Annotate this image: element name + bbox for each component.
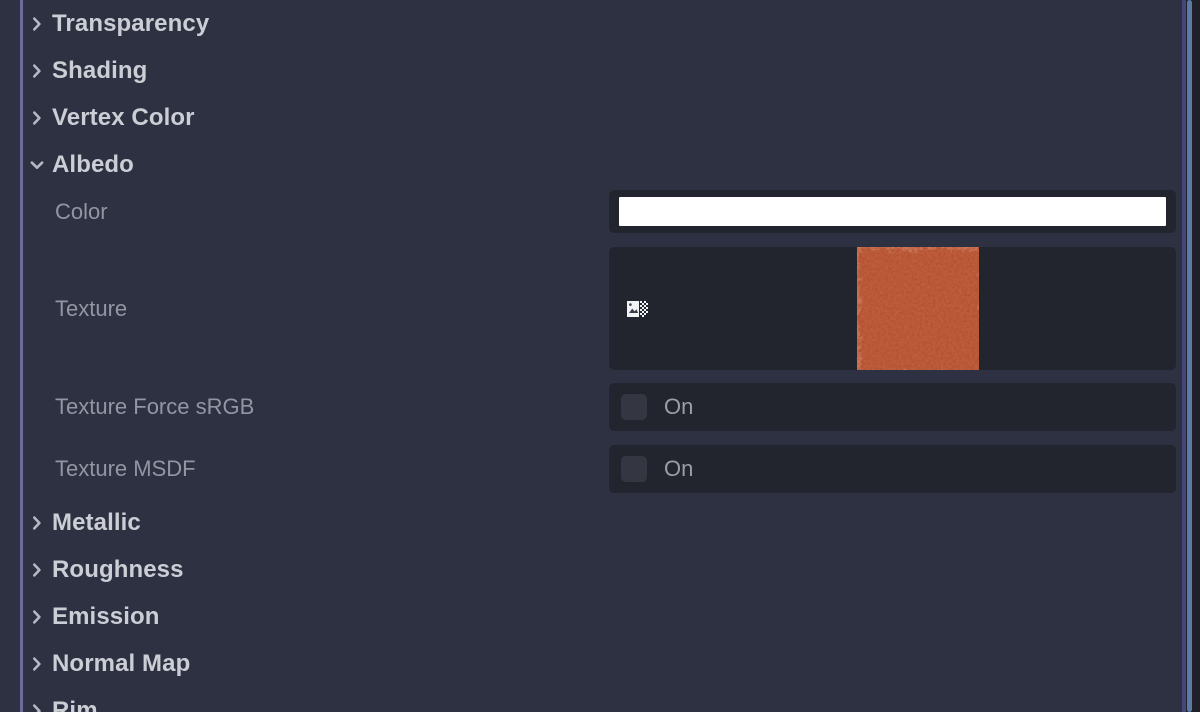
section-label: Rim (52, 696, 98, 712)
vertical-scrollbar-thumb[interactable] (1187, 0, 1192, 712)
checkbox-value-label: On (664, 456, 694, 481)
albedo-texture-msdf-checkbox[interactable]: On (609, 445, 1176, 493)
indent-guide-line (20, 0, 23, 712)
chevron-right-icon[interactable] (28, 15, 46, 33)
section-label: Normal Map (52, 649, 191, 677)
checkbox-unchecked-icon[interactable] (621, 394, 647, 420)
albedo-texture-force-srgb-checkbox[interactable]: On (609, 383, 1176, 431)
property-label-texture-msdf: Texture MSDF (55, 456, 196, 481)
section-row-roughness[interactable]: Roughness (0, 546, 1182, 593)
section-row-shading[interactable]: Shading (0, 47, 1182, 94)
property-label-color: Color (55, 199, 108, 224)
section-label: Metallic (52, 508, 141, 536)
chevron-right-icon[interactable] (28, 62, 46, 80)
property-label-texture-force-srgb: Texture Force sRGB (55, 394, 255, 419)
albedo-texture-picker[interactable] (609, 247, 1176, 370)
section-row-emission[interactable]: Emission (0, 593, 1182, 640)
row-separator (609, 431, 1176, 434)
chevron-right-icon[interactable] (28, 109, 46, 127)
section-label: Roughness (52, 555, 184, 583)
chevron-right-icon[interactable] (28, 702, 46, 712)
albedo-color-picker[interactable] (609, 190, 1176, 233)
chevron-right-icon[interactable] (28, 561, 46, 579)
inspector-rows: Transparency Shading Vertex Color Albedo… (0, 0, 1182, 712)
chevron-down-icon[interactable] (28, 156, 46, 174)
property-label-texture: Texture (55, 296, 128, 321)
section-label: Transparency (52, 9, 210, 37)
chevron-right-icon[interactable] (28, 655, 46, 673)
chevron-right-icon[interactable] (28, 608, 46, 626)
texture-preview-thumbnail[interactable] (857, 247, 979, 370)
section-label: Albedo (52, 150, 134, 178)
section-row-normal-map[interactable]: Normal Map (0, 640, 1182, 687)
checkbox-value-label: On (664, 394, 694, 419)
chevron-right-icon[interactable] (28, 514, 46, 532)
color-swatch[interactable] (619, 197, 1166, 226)
section-row-metallic[interactable]: Metallic (0, 499, 1182, 546)
texture2d-icon (625, 297, 649, 321)
inspector-panel: Transparency Shading Vertex Color Albedo… (0, 0, 1200, 712)
checkbox-unchecked-icon[interactable] (621, 456, 647, 482)
section-row-vertex-color[interactable]: Vertex Color (0, 94, 1182, 141)
section-label: Shading (52, 56, 148, 84)
panel-right-border (1182, 0, 1186, 712)
section-label: Vertex Color (52, 103, 195, 131)
section-row-transparency[interactable]: Transparency (0, 0, 1182, 47)
section-label: Emission (52, 602, 160, 630)
section-row-rim[interactable]: Rim (0, 687, 1182, 712)
row-separator (609, 370, 1176, 373)
section-row-albedo[interactable]: Albedo (0, 141, 1182, 188)
